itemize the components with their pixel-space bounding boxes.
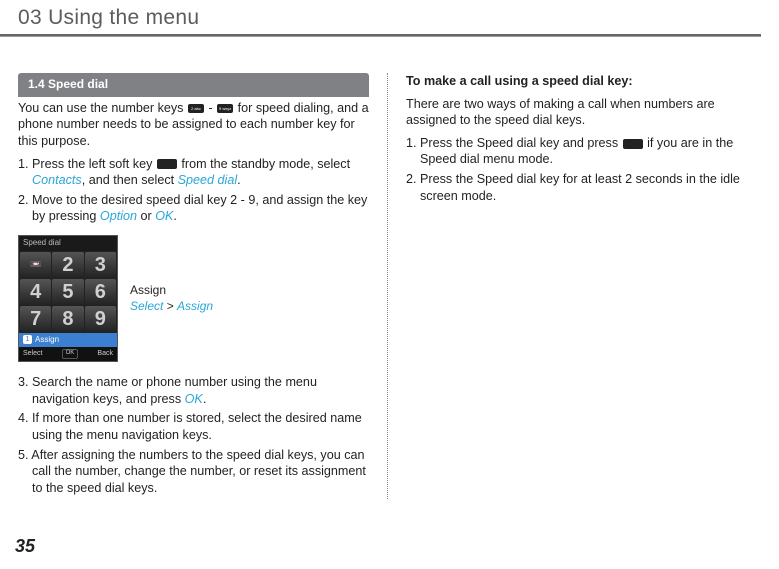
section-tab: 1.4 Speed dial bbox=[18, 73, 369, 97]
screenshot-block: Speed dial 📼 2 3 4 5 6 7 8 9 1 Assign bbox=[18, 235, 369, 362]
step-4: 4. If more than one number is stored, se… bbox=[18, 410, 369, 443]
intro-text-a: You can use the number keys bbox=[18, 101, 187, 115]
left-column: 1.4 Speed dial You can use the number ke… bbox=[18, 73, 388, 499]
intro-text-b: - bbox=[205, 101, 216, 115]
grid-cell-2: 2 bbox=[52, 252, 83, 278]
step-1: 1. Press the left soft key from the stan… bbox=[18, 156, 369, 189]
grid-cell-5: 5 bbox=[52, 279, 83, 305]
page-number: 35 bbox=[15, 536, 35, 557]
call-key-icon bbox=[623, 139, 643, 149]
right-step-2: 2. Press the Speed dial key for at least… bbox=[406, 171, 758, 204]
key-9-icon: 9 wxyz bbox=[217, 104, 233, 113]
ok-link: OK bbox=[155, 209, 173, 223]
assign-label-text: Assign bbox=[130, 283, 166, 297]
assign-number: 1 bbox=[23, 335, 32, 344]
content-columns: 1.4 Speed dial You can use the number ke… bbox=[0, 37, 779, 499]
rstep1-a: 1. Press the Speed dial key and press bbox=[406, 136, 622, 150]
grid-cell-4: 4 bbox=[20, 279, 51, 305]
contacts-link: Contacts bbox=[32, 173, 82, 187]
grid-cell-8: 8 bbox=[52, 306, 83, 332]
step2-a: 2. Move to the desired speed dial key 2 … bbox=[18, 193, 367, 224]
phone-screen: Speed dial 📼 2 3 4 5 6 7 8 9 1 Assign bbox=[18, 235, 118, 362]
grid-cell-7: 7 bbox=[20, 306, 51, 332]
assign-assign-link: Assign bbox=[177, 299, 213, 313]
step1-d: . bbox=[237, 173, 241, 187]
intro-paragraph: You can use the number keys 2 abc - 9 wx… bbox=[18, 100, 369, 150]
screen-grid: 📼 2 3 4 5 6 7 8 9 bbox=[19, 251, 117, 333]
screen-softkeys: Select OK Back bbox=[19, 347, 117, 361]
step2-b: or bbox=[137, 209, 155, 223]
right-step-1: 1. Press the Speed dial key and press if… bbox=[406, 135, 758, 168]
key-2-icon: 2 abc bbox=[188, 104, 204, 113]
step2-c: . bbox=[173, 209, 177, 223]
soft-right: Back bbox=[97, 349, 113, 359]
step1-c: , and then select bbox=[82, 173, 178, 187]
step3-b: . bbox=[203, 392, 207, 406]
assign-gt: > bbox=[163, 299, 177, 313]
step1-a: 1. Press the left soft key bbox=[18, 157, 156, 171]
chapter-header: 03 Using the menu bbox=[0, 0, 761, 36]
step-5: 5. After assigning the numbers to the sp… bbox=[18, 447, 369, 497]
grid-cell-3: 3 bbox=[85, 252, 116, 278]
screen-assign-bar: 1 Assign bbox=[19, 333, 117, 348]
soft-left: Select bbox=[23, 349, 42, 359]
grid-cell-9: 9 bbox=[85, 306, 116, 332]
soft-mid: OK bbox=[62, 349, 79, 359]
grid-cell-1: 📼 bbox=[20, 252, 51, 278]
step3-a: 3. Search the name or phone number using… bbox=[18, 375, 317, 406]
left-softkey-icon bbox=[157, 159, 177, 169]
step-2: 2. Move to the desired speed dial key 2 … bbox=[18, 192, 369, 225]
assign-text: Assign bbox=[35, 335, 59, 346]
speed-dial-link: Speed dial bbox=[178, 173, 238, 187]
assign-caption: Assign Select > Assign bbox=[130, 283, 213, 315]
step-3: 3. Search the name or phone number using… bbox=[18, 374, 369, 407]
screen-title: Speed dial bbox=[19, 236, 117, 251]
ok-link-3: OK bbox=[185, 392, 203, 406]
assign-select-link: Select bbox=[130, 299, 163, 313]
right-heading: To make a call using a speed dial key: bbox=[406, 73, 758, 90]
step1-b: from the standby mode, select bbox=[178, 157, 350, 171]
right-column: To make a call using a speed dial key: T… bbox=[388, 73, 758, 499]
right-intro: There are two ways of making a call when… bbox=[406, 96, 758, 129]
option-link: Option bbox=[100, 209, 137, 223]
grid-cell-6: 6 bbox=[85, 279, 116, 305]
